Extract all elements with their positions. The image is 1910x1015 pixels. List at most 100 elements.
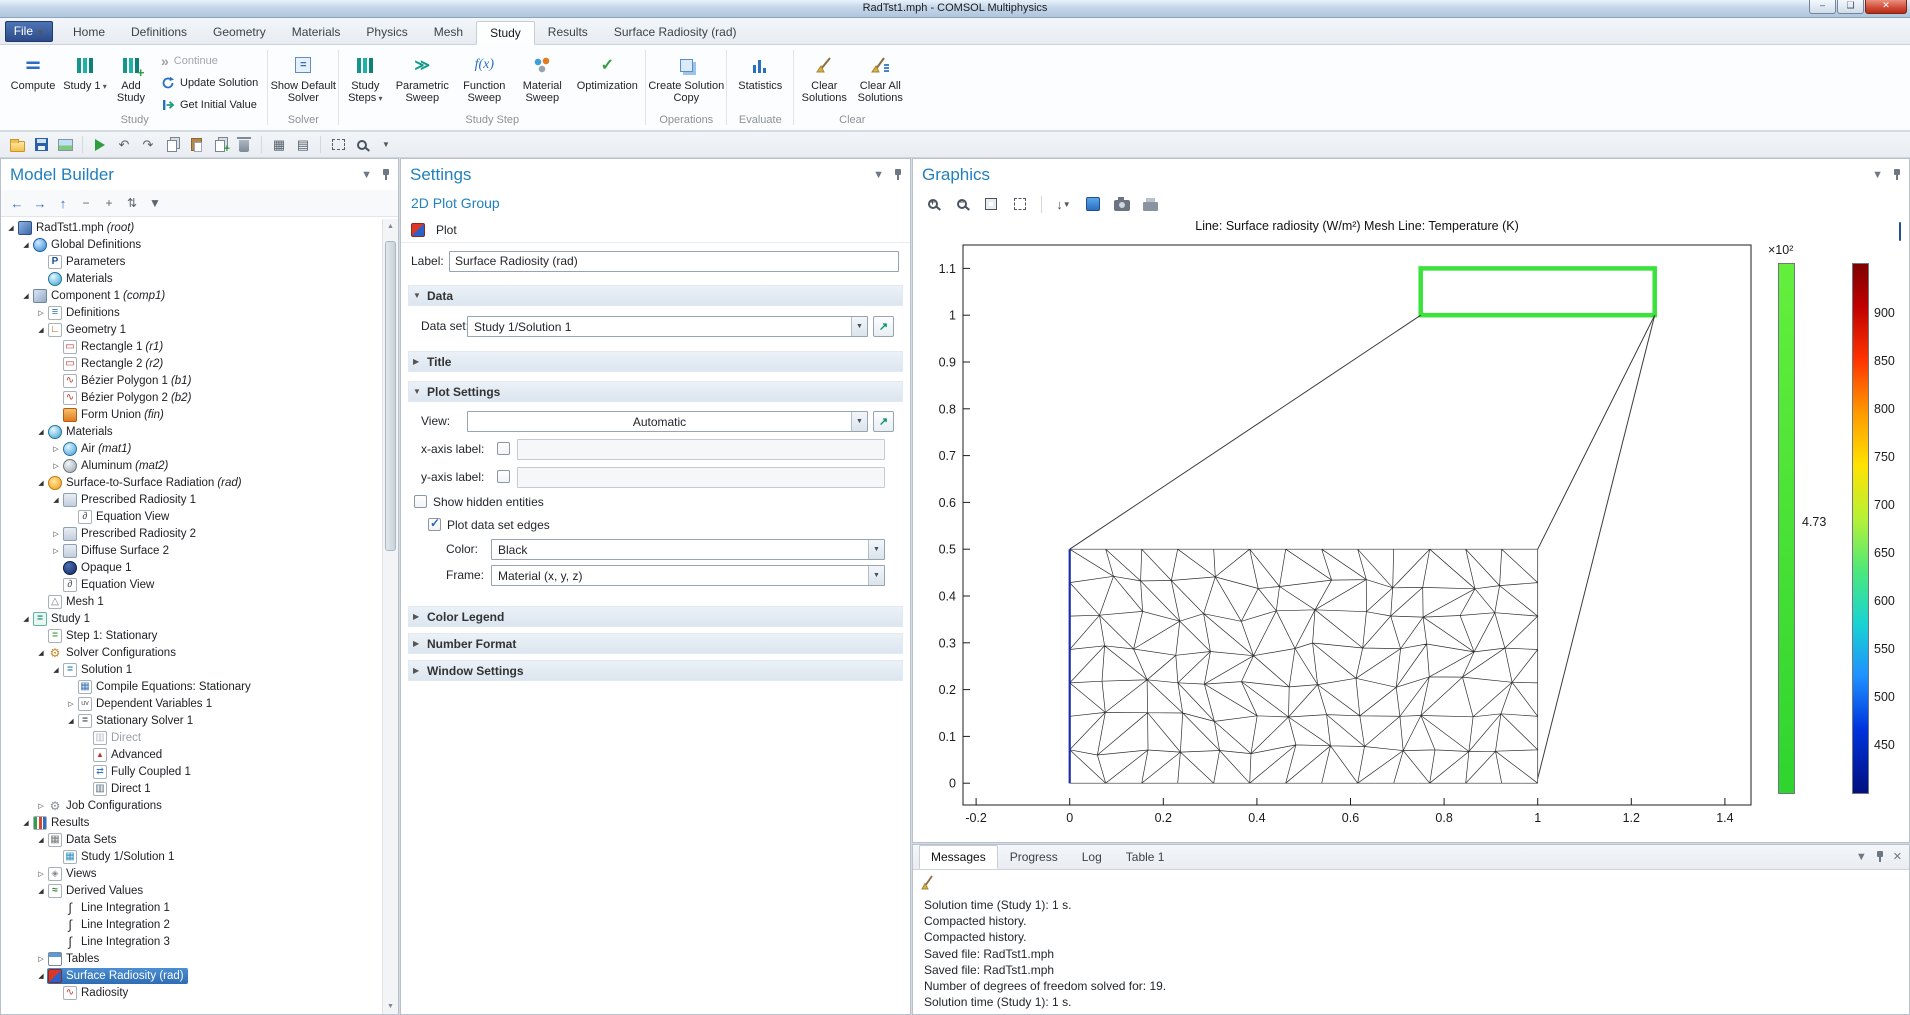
create-solution-copy-button[interactable]: Create Solution Copy: [648, 48, 724, 104]
minimize-button[interactable]: –: [1809, 0, 1836, 14]
collapse-arrow-icon[interactable]: ◢: [20, 615, 32, 623]
color-dropdown[interactable]: Black ▼: [491, 539, 885, 560]
expand-arrow-icon[interactable]: ▷: [35, 309, 47, 317]
get-initial-value-button[interactable]: Get Initial Value: [161, 97, 258, 112]
tree-node-advanced[interactable]: Advanced: [1, 746, 382, 763]
tree-node-tables[interactable]: ▷Tables: [1, 950, 382, 967]
tree-node-equation-view[interactable]: Equation View: [1, 508, 382, 525]
collapse-arrow-icon[interactable]: ◢: [35, 428, 47, 436]
ribbon-tab-materials[interactable]: Materials: [279, 21, 354, 45]
export-image-button[interactable]: [54, 134, 76, 156]
update-solution-button[interactable]: Update Solution: [161, 75, 258, 90]
expand-arrow-icon[interactable]: ▷: [65, 700, 77, 708]
ribbon-tab-surface-radiosity-rad[interactable]: Surface Radiosity (rad): [601, 21, 750, 45]
run-button[interactable]: [89, 134, 111, 156]
delete-button[interactable]: [233, 134, 255, 156]
scroll-up-icon[interactable]: ▲: [383, 219, 398, 234]
tree-node-surface-radiosity-rad[interactable]: ◢Surface Radiosity (rad): [1, 967, 382, 984]
go-to-source-button[interactable]: ↗: [873, 316, 894, 337]
clear-messages-broom-icon[interactable]: [920, 874, 936, 890]
plot-edges-checkbox[interactable]: [428, 518, 441, 531]
tree-node-results[interactable]: ◢Results: [1, 814, 382, 831]
collapse-arrow-icon[interactable]: ◢: [50, 496, 62, 504]
ribbon-tab-study[interactable]: Study: [476, 21, 535, 45]
expand-arrow-icon[interactable]: ▷: [50, 445, 62, 453]
panel-menu-icon[interactable]: ▼: [1856, 851, 1867, 863]
save-button[interactable]: [30, 134, 52, 156]
clear-all-solutions-button[interactable]: Clear All Solutions: [852, 48, 908, 104]
panel-menu-icon[interactable]: ▼: [361, 169, 372, 181]
function-sweep-button[interactable]: f(x) Function Sweep: [455, 48, 513, 104]
section-color-legend[interactable]: ▶ Color Legend: [408, 606, 903, 627]
collapse-arrow-icon[interactable]: ◢: [35, 479, 47, 487]
tree-node-global-definitions[interactable]: ◢Global Definitions: [1, 236, 382, 253]
tree-node-aluminum[interactable]: ▷Aluminum(mat2): [1, 457, 382, 474]
sort-button[interactable]: ⇅: [121, 192, 143, 214]
collapse-arrow-icon[interactable]: ◢: [35, 649, 47, 657]
tree-node-direct-1[interactable]: Direct 1: [1, 780, 382, 797]
forward-button[interactable]: →: [29, 192, 51, 214]
paste-button[interactable]: [185, 134, 207, 156]
zoom-tools-button[interactable]: [351, 134, 373, 156]
expand-all-button[interactable]: +: [98, 192, 120, 214]
x-axis-checkbox[interactable]: [497, 442, 510, 455]
go-to-parent-button[interactable]: ↑: [52, 192, 74, 214]
tree-node-line-integration-2[interactable]: Line Integration 2: [1, 916, 382, 933]
section-plot-settings[interactable]: ▼ Plot Settings: [408, 381, 903, 402]
print-button[interactable]: [1139, 193, 1162, 215]
y-axis-checkbox[interactable]: [497, 470, 510, 483]
tree-node-opaque-1[interactable]: Opaque 1: [1, 559, 382, 576]
tree-node-step-1-stationary[interactable]: Step 1: Stationary: [1, 627, 382, 644]
model-tree-options-button[interactable]: ▼: [144, 192, 166, 214]
tree-node-geometry-1[interactable]: ◢Geometry 1: [1, 321, 382, 338]
view-toggle-button[interactable]: [1081, 193, 1104, 215]
tree-node-fully-coupled-1[interactable]: Fully Coupled 1: [1, 763, 382, 780]
undo-button[interactable]: ↶: [113, 134, 135, 156]
tree-node-rectangle-1[interactable]: Rectangle 1(r1): [1, 338, 382, 355]
tree-node-line-integration-1[interactable]: Line Integration 1: [1, 899, 382, 916]
section-number-format[interactable]: ▶ Number Format: [408, 633, 903, 654]
tree-node-prescribed-radiosity-1[interactable]: ◢Prescribed Radiosity 1: [1, 491, 382, 508]
tree-node-b-zier-polygon-1[interactable]: Bézier Polygon 1(b1): [1, 372, 382, 389]
table-view-button[interactable]: ▤: [292, 134, 314, 156]
tree-node-data-sets[interactable]: ◢Data Sets: [1, 831, 382, 848]
expand-arrow-icon[interactable]: ▷: [35, 955, 47, 963]
tree-node-form-union[interactable]: Form Union(fin): [1, 406, 382, 423]
frame-dropdown[interactable]: Material (x, y, z) ▼: [491, 565, 885, 586]
model-tree-scrollbar[interactable]: ▲ ▼: [382, 219, 398, 1014]
compute-button[interactable]: = Compute: [4, 48, 62, 92]
pin-icon[interactable]: [381, 168, 391, 181]
parametric-sweep-button[interactable]: ≫ Parametric Sweep: [389, 48, 455, 104]
section-data[interactable]: ▼ Data: [408, 285, 903, 306]
copy-button[interactable]: [161, 134, 183, 156]
expand-arrow-icon[interactable]: ▷: [35, 870, 47, 878]
tree-node-surface-to-surface-radiation[interactable]: ◢Surface-to-Surface Radiation(rad): [1, 474, 382, 491]
tree-node-air[interactable]: ▷Air(mat1): [1, 440, 382, 457]
collapse-arrow-icon[interactable]: ◢: [35, 836, 47, 844]
show-default-solver-button[interactable]: = Show Default Solver: [270, 48, 336, 104]
collapse-arrow-icon[interactable]: ◢: [5, 224, 17, 232]
grid-view-button[interactable]: ▦: [268, 134, 290, 156]
tree-node-equation-view[interactable]: Equation View: [1, 576, 382, 593]
ribbon-tab-home[interactable]: Home: [60, 21, 118, 45]
tree-node-study-1[interactable]: ◢Study 1: [1, 610, 382, 627]
zoom-out-button[interactable]: −: [950, 193, 973, 215]
pin-icon[interactable]: [1892, 168, 1902, 181]
panel-menu-icon[interactable]: ▼: [873, 169, 884, 181]
panel-menu-icon[interactable]: ▼: [1872, 169, 1883, 181]
zoom-extents-button[interactable]: [979, 193, 1002, 215]
plot-canvas[interactable]: -0.200.20.40.60.811.21.400.10.20.30.40.5…: [913, 239, 1910, 843]
collapse-arrow-icon[interactable]: ◢: [20, 819, 32, 827]
pin-icon[interactable]: [893, 168, 903, 181]
tree-node-dependent-variables-1[interactable]: ▷Dependent Variables 1: [1, 695, 382, 712]
tree-node-component-1[interactable]: ◢Component 1(comp1): [1, 287, 382, 304]
pin-icon[interactable]: [1875, 850, 1885, 863]
tree-node-radtst1-mph[interactable]: ◢RadTst1.mph(root): [1, 219, 382, 236]
go-to-view-button[interactable]: ↗: [873, 411, 894, 432]
select-box-button[interactable]: [327, 134, 349, 156]
collapse-arrow-icon[interactable]: ◢: [35, 326, 47, 334]
messages-tab-table-1[interactable]: Table 1: [1114, 845, 1177, 869]
zoom-in-button[interactable]: +: [921, 193, 944, 215]
tree-node-definitions[interactable]: ▷Definitions: [1, 304, 382, 321]
add-study-button[interactable]: Add Study: [108, 48, 154, 104]
